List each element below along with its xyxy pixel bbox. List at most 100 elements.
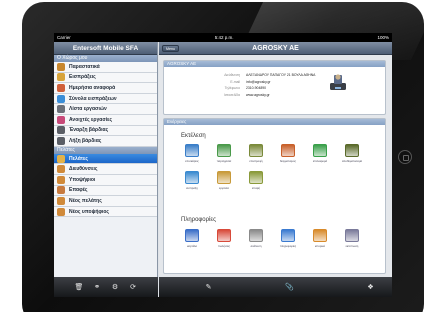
globe-icon [57, 94, 65, 103]
app-screen: Carrier 5:42 p.m. 100% Entersoft Mobile … [54, 33, 392, 297]
analysis-icon [249, 229, 263, 242]
action-tile-label: παραγγελία [216, 159, 232, 163]
new-customer-icon [57, 196, 65, 205]
action-tile[interactable]: εργασία [211, 171, 237, 190]
action-tile-label: επιστροφή [249, 159, 263, 163]
list-item-label: Νέος υποψήφιος [69, 208, 110, 215]
action-tile[interactable]: είσπραξη [179, 171, 205, 190]
action-tile[interactable]: πληροφορίες [275, 229, 301, 248]
prospects-icon [57, 175, 65, 184]
info-value: ΑΛΕΞΑΝΔΡΟΥ ΠΑΠΑΓΟΥ 21 ΒΟΥΛΑ ΑΘΗΝΑ [246, 73, 316, 77]
list-item[interactable]: Πελάτες [54, 153, 157, 165]
list-item-label: Πελάτες [69, 155, 88, 162]
shift-start-icon [57, 126, 65, 135]
link-icon[interactable]: ⚭ [93, 283, 102, 291]
task-icon [217, 171, 231, 184]
app-title: Entersoft Mobile SFA [54, 42, 157, 55]
list-item[interactable]: Διευθύνσεις [54, 164, 157, 175]
action-tile-label: επισκέψεις [185, 159, 199, 163]
list-item-label: Εισπράξεις [69, 74, 96, 81]
list-item-label: Επαφές [69, 187, 88, 194]
list-item-label: Υποψήφιοι [69, 176, 96, 183]
list-item-label: Ημερήσια αναφορά [69, 84, 116, 91]
pie-chart-icon [217, 229, 231, 242]
action-tile-label: καρτέλα [187, 244, 197, 248]
info-key: Διεύθυνση [224, 73, 240, 77]
list-item[interactable]: Λήξη βάρδιας [54, 136, 157, 147]
trash-icon[interactable]: 🗑 [75, 283, 84, 291]
list-item[interactable]: Υποψήφιοι [54, 174, 157, 186]
list-item[interactable]: Παραστατικά [54, 62, 157, 73]
group-info-title: Πληροφορίες [181, 217, 216, 223]
action-tile[interactable]: εκτύπωση [339, 229, 365, 248]
return-icon [249, 144, 263, 157]
action-tile[interactable]: δειγματισμός [275, 144, 301, 163]
info-value[interactable]: www.agrosky.gr [246, 93, 270, 97]
home-button[interactable] [398, 150, 412, 164]
detail-toolbar: ✎ 📎 ❖ [159, 277, 392, 297]
coins-icon [57, 73, 65, 82]
action-tile[interactable]: παραγγελία [211, 144, 237, 163]
device-photo: Carrier 5:42 p.m. 100% Entersoft Mobile … [0, 0, 430, 312]
history-icon [313, 229, 327, 242]
action-tile-label: εργασία [219, 186, 229, 190]
section-customers: Πελάτες [54, 146, 157, 154]
action-tile-label: είσπραξη [186, 186, 198, 190]
list-item-label: Έναρξη βάρδιας [69, 127, 109, 134]
detail-nav-bar: AGROSKY AE Menu [159, 42, 392, 55]
action-tile[interactable]: επισκέψεις [179, 144, 205, 163]
battery-label: 100% [377, 35, 389, 40]
action-tile[interactable]: καρτέλα [179, 229, 205, 248]
status-bar: Carrier 5:42 p.m. 100% [54, 33, 392, 42]
action-tile[interactable]: επαφή [243, 171, 269, 190]
action-tile[interactable]: ιστορικό [307, 229, 333, 248]
list-item[interactable]: Ημερήσια αναφορά [54, 83, 157, 94]
info-key: Ιστοσελίδα [223, 92, 240, 97]
list-item[interactable]: Σύνολα εισπράξεων [54, 93, 157, 105]
attach-icon[interactable]: 📎 [285, 283, 294, 291]
list-item[interactable]: Λίστα εργασιών [54, 104, 157, 115]
list-item-label: Νέος πελάτης [69, 197, 102, 204]
info-value[interactable]: info@agrosky.gr [246, 80, 271, 84]
action-tile-label: δειγματισμός [279, 159, 297, 163]
inventory-icon [345, 144, 359, 157]
action-tile-label: πληροφορίες [279, 244, 297, 248]
refresh-icon[interactable]: ⟳ [129, 283, 138, 291]
clock-icon [185, 144, 199, 157]
card-icon [185, 229, 199, 242]
open-tasks-icon [57, 115, 65, 124]
contact-icon [249, 171, 263, 184]
master-panel: Entersoft Mobile SFA Ο Χώρος μου Παραστα… [54, 42, 158, 297]
list-item[interactable]: Ανοιχτές εργασίες [54, 114, 157, 126]
action-tile[interactable]: πωλήσεις [211, 229, 237, 248]
list-item[interactable]: Νέος πελάτης [54, 196, 157, 207]
info-card-title: AGROSKY AE [164, 61, 385, 67]
list-item[interactable]: Έναρξη βάρδιας [54, 125, 157, 137]
action-tile-label: ιστορικό [314, 244, 326, 248]
company-title: AGROSKY AE [252, 45, 299, 52]
settings-icon[interactable]: ⚙ [111, 283, 120, 291]
list-item[interactable]: Εισπράξεις [54, 72, 157, 84]
new-prospect-icon [57, 207, 65, 216]
action-tile[interactable]: ανάλυση [243, 229, 269, 248]
action-tile-label: επαφή [251, 186, 261, 190]
clock-label: 5:42 p.m. [214, 35, 234, 40]
section-my-space: Ο Χώρος μου [54, 55, 157, 62]
menu-button[interactable]: Menu [162, 45, 179, 52]
action-tile[interactable]: επιστροφή [243, 144, 269, 163]
edit-icon[interactable]: ✎ [204, 283, 213, 291]
restore-icon [313, 144, 327, 157]
report-icon [57, 83, 65, 92]
document-icon [57, 62, 65, 71]
list-item[interactable]: Νέος υποψήφιος [54, 206, 157, 218]
master-toolbar: 🗑 ⚭ ⚙ ⟳ [54, 277, 158, 297]
customers-list: Πελάτες Διευθύνσεις Υποψήφιοι Επαφές Νέος πε… [54, 153, 157, 218]
action-tile[interactable]: αποθεματολογία [339, 144, 365, 163]
detail-panel: AGROSKY AE Menu AGROSKY AE Διεύθυνση ΑΛΕΞ… [159, 42, 392, 297]
dropbox-icon[interactable]: ❖ [366, 283, 375, 291]
info-key: E-mail [230, 79, 240, 84]
action-tile-label: πωλήσεις [218, 244, 230, 248]
action-tile[interactable]: επαναφορά [307, 144, 333, 163]
list-item[interactable]: Επαφές [54, 185, 157, 197]
list-item-label: Σύνολα εισπράξεων [69, 95, 117, 102]
